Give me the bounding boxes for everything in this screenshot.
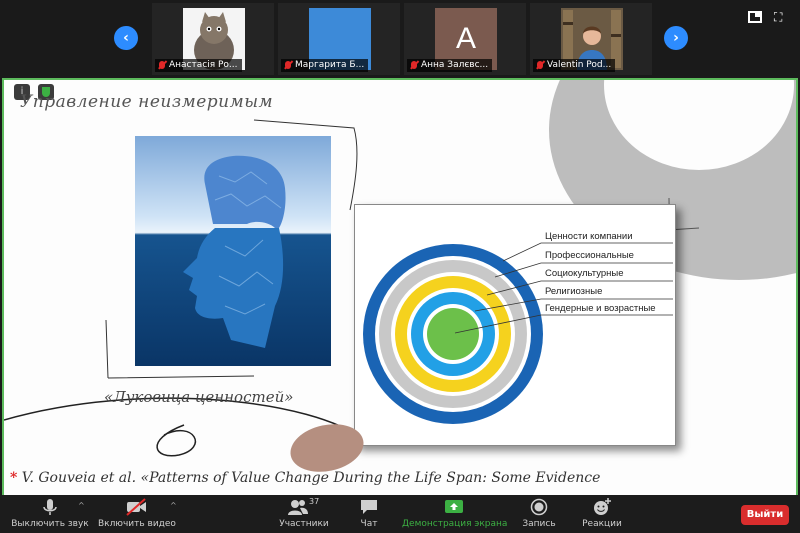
record-icon: [529, 497, 549, 517]
share-screen-button[interactable]: Демонстрация экрана: [402, 497, 507, 529]
participant-name: Маргарита Б...: [281, 59, 369, 72]
chat-button[interactable]: Чат: [352, 497, 386, 529]
start-video-button[interactable]: Включить видео: [98, 497, 176, 529]
participant-tile[interactable]: Valentin Pod...: [530, 3, 652, 75]
values-onion-diagram: Ценности компании Профессиональные Социо…: [354, 204, 676, 446]
next-page-arrow-icon[interactable]: ›: [664, 26, 688, 50]
diagram-label: Ценности компании: [545, 231, 633, 242]
diagram-label: Религиозные: [545, 286, 603, 297]
reactions-button[interactable]: Реакции: [580, 497, 624, 529]
participants-button[interactable]: 37 Участники: [276, 497, 332, 529]
microphone-icon: [40, 497, 60, 517]
diagram-label: Профессиональные: [545, 250, 634, 261]
mic-muted-icon: [537, 61, 543, 69]
iceberg-head-image: [135, 136, 331, 366]
diagram-label: Гендерные и возрастные: [545, 303, 656, 314]
slide-title: Управление неизмеримым: [20, 92, 274, 112]
video-off-icon: [125, 497, 147, 517]
leave-meeting-button[interactable]: Выйти: [741, 505, 789, 525]
mic-muted-icon: [159, 61, 165, 69]
participant-name: Анастасія Ро...: [155, 59, 242, 72]
participant-tile[interactable]: Маргарита Б...: [278, 3, 400, 75]
shared-screen: i Управление неизмеримым «Луковица ценно…: [4, 80, 796, 495]
view-mode-icon[interactable]: [748, 11, 762, 23]
participant-tile[interactable]: A Анна Залєвс...: [404, 3, 526, 75]
participant-strip: ‹ Анастасія Ро... Маргарита Б... A Анна …: [0, 0, 800, 78]
fullscreen-icon[interactable]: ⛶: [774, 11, 788, 23]
participant-name: Анна Залєвс...: [407, 59, 493, 72]
video-options-chevron-icon[interactable]: ^: [170, 501, 177, 510]
audio-options-chevron-icon[interactable]: ^: [78, 501, 85, 510]
participant-name: Valentin Pod...: [533, 59, 616, 72]
chat-icon: [359, 497, 379, 517]
meeting-toolbar: Выключить звук ^ Включить видео ^ 37 Уча…: [0, 495, 800, 533]
share-screen-icon: [444, 497, 464, 517]
emoji-icon: [592, 497, 612, 517]
participants-icon: 37: [287, 497, 321, 517]
record-button[interactable]: Запись: [520, 497, 558, 529]
diagram-label: Социокультурные: [545, 268, 624, 279]
prev-page-arrow-icon[interactable]: ‹: [114, 26, 138, 50]
image-caption: «Луковица ценностей»: [104, 388, 294, 406]
footnote: * V. Gouveia et al. «Patterns of Value C…: [10, 470, 601, 486]
participant-count: 37: [309, 497, 320, 506]
mic-muted-icon: [285, 61, 291, 69]
mic-muted-icon: [411, 61, 417, 69]
participant-tile[interactable]: Анастасія Ро...: [152, 3, 274, 75]
